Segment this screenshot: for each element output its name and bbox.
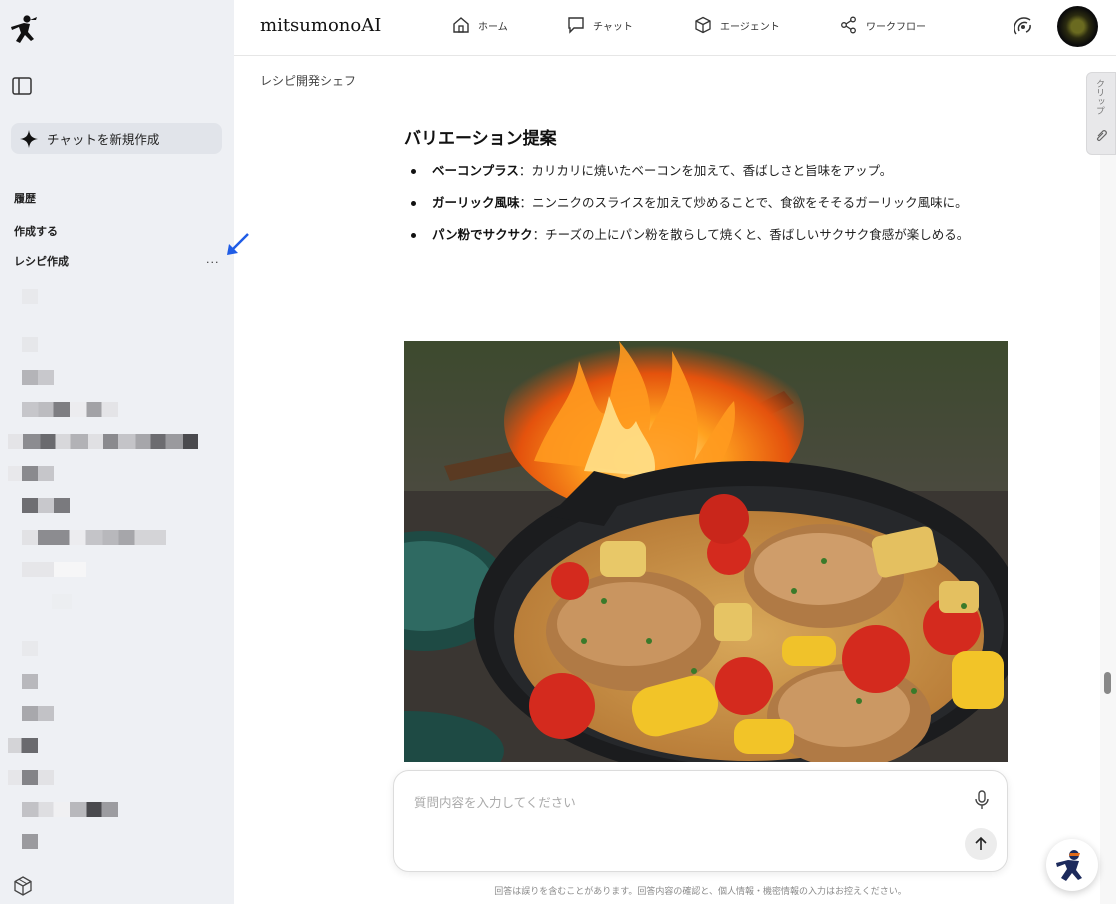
list-item-text: ：チーズの上にパン粉を散らして焼くと、香ばしいサクサク食感が楽しめる。 — [532, 227, 970, 242]
paperclip-icon — [1097, 130, 1107, 141]
workflow-share-icon — [841, 16, 856, 34]
list-item-term: パン粉でサクサク — [432, 227, 533, 242]
history-heading: 履歴 — [14, 192, 36, 205]
send-button[interactable] — [965, 828, 997, 860]
list-item: ベーコンプラス：カリカリに焼いたベーコンを加えて、香ばしさと旨味をアップ。 — [404, 158, 1008, 183]
section-title: バリエーション提案 — [404, 129, 557, 149]
nav-home[interactable]: ホーム — [452, 16, 508, 34]
app-root: チャットを新規作成 履歴 作成する レシピ作成 ... mitsumonoAI … — [0, 0, 1116, 904]
list-item: ガーリック風味：ニンニクのスライスを加えて炒めることで、食欲をそそるガーリック風… — [404, 190, 1008, 215]
sparkle-icon — [20, 129, 38, 148]
assistant-message: バリエーション提案 ベーコンプラス：カリカリに焼いたベーコンを加えて、香ばしさと… — [404, 124, 1008, 254]
nav-chat-label: チャット — [593, 21, 633, 33]
clip-tab-label: クリップ — [1094, 79, 1104, 115]
new-chat-button[interactable]: チャットを新規作成 — [11, 123, 222, 154]
sidebar: チャットを新規作成 履歴 作成する レシピ作成 ... — [0, 0, 249, 904]
user-avatar[interactable] — [1057, 6, 1098, 47]
history-item-recipe[interactable]: レシピ作成 — [14, 253, 69, 269]
scrollbar-thumb[interactable] — [1104, 672, 1111, 694]
generated-dish-image[interactable] — [404, 341, 1008, 762]
cube-icon[interactable] — [12, 875, 34, 897]
scrollbar-track[interactable] — [1100, 155, 1116, 904]
chat-icon — [568, 17, 584, 34]
history-item-menu-button[interactable]: ... — [206, 253, 220, 266]
nav-workflow[interactable]: ワークフロー — [840, 16, 926, 34]
history-item-create[interactable]: 作成する — [14, 223, 58, 239]
nav-agent[interactable]: エージェント — [694, 16, 780, 34]
variation-list: ベーコンプラス：カリカリに焼いたベーコンを加えて、香ばしさと旨味をアップ。 ガー… — [404, 158, 1008, 247]
broadcast-icon[interactable] — [1014, 16, 1034, 36]
ninja-assistant-fab[interactable] — [1046, 839, 1098, 891]
annotation-arrow-icon — [227, 233, 249, 255]
nav-chat[interactable]: チャット — [567, 16, 633, 34]
home-icon — [453, 17, 469, 33]
ninja-logo-icon[interactable] — [8, 14, 38, 48]
agent-cube-icon — [695, 16, 711, 34]
brand-name[interactable]: mitsumonoAI — [260, 15, 381, 36]
list-item-term: ガーリック風味 — [432, 195, 520, 210]
new-chat-label: チャットを新規作成 — [47, 132, 160, 147]
clip-tab[interactable]: クリップ — [1086, 72, 1116, 155]
sidebar-toggle-icon[interactable] — [12, 77, 32, 95]
list-item: パン粉でサクサク：チーズの上にパン粉を散らして焼くと、香ばしいサクサク食感が楽し… — [404, 222, 1008, 247]
top-header: mitsumonoAI ホーム チャット エージェント ワークフロー — [234, 0, 1116, 56]
ninja-mascot-icon — [1056, 850, 1082, 881]
prompt-input[interactable] — [414, 791, 934, 813]
nav-workflow-label: ワークフロー — [866, 21, 926, 33]
list-item-text: ：カリカリに焼いたベーコンを加えて、香ばしさと旨味をアップ。 — [518, 163, 893, 178]
list-item-term: ベーコンプラス — [432, 163, 519, 178]
prompt-composer — [393, 770, 1008, 872]
agent-breadcrumb[interactable]: レシピ開発シェフ — [260, 72, 356, 89]
nav-agent-label: エージェント — [720, 21, 780, 33]
disclaimer-text: 回答は誤りを含むことがあります。回答内容の確認と、個人情報・機密情報の入力はお控… — [494, 887, 907, 897]
microphone-icon[interactable] — [972, 789, 992, 811]
arrow-up-icon — [975, 836, 987, 850]
nav-home-label: ホーム — [478, 21, 508, 33]
list-item-text: ：ニンニクのスライスを加えて炒めることで、食欲をそそるガーリック風味に。 — [519, 195, 968, 210]
